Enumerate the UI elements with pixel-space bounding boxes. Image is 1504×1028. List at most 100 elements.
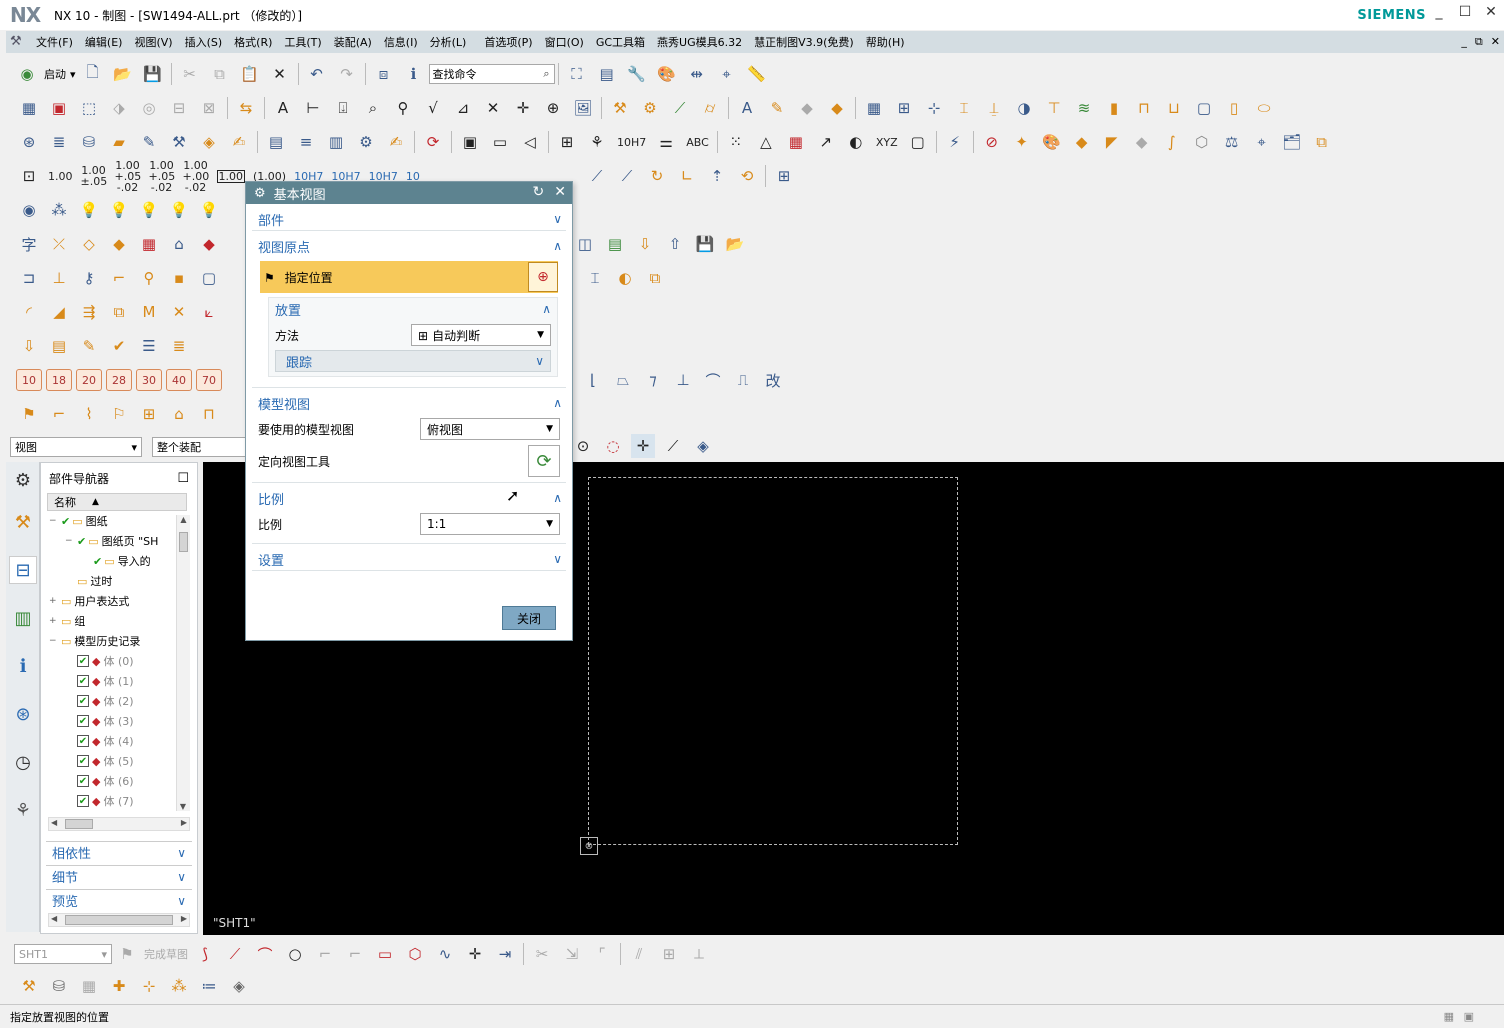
constraint-asm-icon[interactable]: ⊹: [137, 974, 161, 998]
trim-icon[interactable]: ✂: [530, 942, 554, 966]
text-m-icon[interactable]: M: [137, 300, 161, 324]
parts-icon[interactable]: ⁂: [167, 974, 191, 998]
doc-stack-icon[interactable]: ⧉: [107, 300, 131, 324]
doc-icon[interactable]: ▤: [264, 130, 288, 154]
assembly-gray-icon[interactable]: ⛁: [47, 974, 71, 998]
cross-tool-icon[interactable]: ✕: [167, 300, 191, 324]
section-preview[interactable]: 预览 ∨: [46, 889, 192, 911]
tree-node[interactable]: ✔ ◆ 体 (3): [47, 711, 175, 731]
size-70-button[interactable]: 70: [196, 369, 222, 391]
menu-file[interactable]: 文件(F): [30, 34, 79, 50]
down-doc-icon[interactable]: ⇩: [17, 334, 41, 358]
corner-icon[interactable]: ⌜: [590, 942, 614, 966]
cube-solid-icon[interactable]: ◆: [107, 232, 131, 256]
open-folder-icon[interactable]: 📂: [111, 62, 135, 86]
table-grid-icon[interactable]: ▦: [784, 130, 808, 154]
model-view-select[interactable]: 俯视图 ▼: [420, 418, 560, 440]
grid-layout-icon[interactable]: ⊞: [772, 164, 796, 188]
part-navigator-icon[interactable]: ⊟: [9, 556, 37, 584]
bulb-icon[interactable]: 💡: [77, 198, 101, 222]
folder-open-icon[interactable]: 📂: [723, 232, 747, 256]
step-icon[interactable]: ⌊: [581, 368, 605, 392]
back-icon[interactable]: ◁: [518, 130, 542, 154]
mdi-minimize-button[interactable]: _: [1461, 35, 1467, 49]
menu-analysis[interactable]: 分析(L): [424, 34, 473, 50]
group-settings-header[interactable]: 设置 ∨: [252, 548, 566, 570]
xyz-icon[interactable]: XYZ: [874, 130, 900, 154]
finish-sketch-label[interactable]: 完成草图: [144, 946, 188, 962]
update-view-icon[interactable]: ⇆: [234, 96, 258, 120]
list-doc-icon[interactable]: ≣: [167, 334, 191, 358]
copy-folder-icon[interactable]: 🗂: [1280, 130, 1304, 154]
navigator-horizontal-scrollbar[interactable]: ◀ ▶: [48, 817, 190, 831]
scroll-thumb-h[interactable]: [65, 915, 173, 925]
gear-icon[interactable]: ⚙: [9, 466, 37, 494]
clip-icon[interactable]: ⌇: [77, 402, 101, 426]
frame-icon[interactable]: ⊓: [1132, 96, 1156, 120]
delete-icon[interactable]: ✕: [268, 62, 292, 86]
wave-icon[interactable]: ⎍: [731, 368, 755, 392]
snap-circle-icon[interactable]: ◌: [601, 434, 625, 458]
dim-format-6[interactable]: 1.00: [216, 169, 245, 183]
cut-tool-icon[interactable]: ⟀: [197, 300, 221, 324]
block-icon[interactable]: ▮: [1102, 96, 1126, 120]
cube-outline-icon[interactable]: ◇: [77, 232, 101, 256]
modify-icon[interactable]: 改: [761, 368, 785, 392]
visibility-checkbox[interactable]: ✔: [77, 795, 89, 807]
close-icon[interactable]: ✕: [554, 184, 566, 200]
datum-icon[interactable]: ⍗: [331, 96, 355, 120]
sketch-line-icon[interactable]: ⟋: [223, 942, 247, 966]
tolerance-4[interactable]: 10: [406, 171, 420, 182]
grid-move-icon[interactable]: ⊹: [922, 96, 946, 120]
tree-node[interactable]: + ▭ 用户表达式: [47, 591, 175, 611]
boot-icon[interactable]: ⌐: [47, 402, 71, 426]
undo-icon[interactable]: ↶: [305, 62, 329, 86]
size-28-button[interactable]: 28: [106, 369, 132, 391]
snap-point-icon[interactable]: ◈: [691, 434, 715, 458]
gray-cube-icon[interactable]: ◆: [1130, 130, 1154, 154]
constraint-icon[interactable]: ⟂: [687, 942, 711, 966]
edit-doc-icon[interactable]: ✎: [77, 334, 101, 358]
save-icon[interactable]: 💾: [141, 62, 165, 86]
tshape-icon[interactable]: ⊤: [1042, 96, 1066, 120]
size-20-button[interactable]: 20: [76, 369, 102, 391]
database-icon[interactable]: ⛁: [77, 130, 101, 154]
mdi-close-button[interactable]: ✕: [1491, 35, 1500, 49]
visibility-checkbox[interactable]: ✔: [77, 755, 89, 767]
sheet-combo[interactable]: SHT1 ▾: [14, 944, 112, 964]
scroll-right-icon[interactable]: ▶: [181, 818, 187, 827]
table-gray-icon[interactable]: ▦: [77, 974, 101, 998]
group-tracking[interactable]: 跟踪 ∨: [275, 350, 551, 372]
wrench-tool-icon[interactable]: 🔧: [625, 62, 649, 86]
minimize-button[interactable]: _: [1426, 4, 1452, 20]
specify-location-row[interactable]: ⚑ 指定位置 ⊕: [260, 261, 558, 293]
section-dependencies[interactable]: 相依性 ∨: [46, 841, 192, 863]
tree-node[interactable]: − ▭ 模型历史记录: [47, 631, 175, 651]
tolerance-3[interactable]: 10H7: [369, 171, 398, 182]
list-circle-icon[interactable]: ☰: [137, 334, 161, 358]
drawing-view-icon[interactable]: ▣: [47, 96, 71, 120]
rod-icon[interactable]: ▯: [1222, 96, 1246, 120]
method-select[interactable]: ⊞ 自动判断 ▼: [411, 324, 551, 346]
visibility-checkbox[interactable]: ✔: [77, 695, 89, 707]
tree-node[interactable]: ✔ ◆ 体 (0): [47, 651, 175, 671]
box3d-icon[interactable]: ⬡: [1190, 130, 1214, 154]
spring-icon[interactable]: ≋: [1072, 96, 1096, 120]
bulb4-icon[interactable]: 💡: [167, 198, 191, 222]
group-view-origin-header[interactable]: 视图原点 ∧: [252, 235, 566, 257]
navigator-vertical-scrollbar[interactable]: ▲ ▼: [176, 515, 190, 811]
menu-gc-toolbox[interactable]: GC工具箱: [590, 34, 651, 50]
redo-icon[interactable]: ↷: [335, 62, 359, 86]
group-model-view-header[interactable]: 模型视图 ∧: [252, 392, 566, 414]
plate-icon[interactable]: ▢: [1192, 96, 1216, 120]
measure-icon[interactable]: 📏: [745, 62, 769, 86]
arch-box-icon[interactable]: ⌂: [167, 402, 191, 426]
rect-icon[interactable]: ▢: [906, 130, 930, 154]
camera-icon[interactable]: ◫: [573, 232, 597, 256]
image-icon[interactable]: 🖼: [571, 96, 595, 120]
dim-format-3[interactable]: 1.00 +.05 -.02: [115, 160, 142, 193]
break-view-icon[interactable]: ⊠: [197, 96, 221, 120]
move-icon[interactable]: ⇹: [685, 62, 709, 86]
refresh-icon[interactable]: ⟳: [421, 130, 445, 154]
bushing-icon[interactable]: ⬭: [1252, 96, 1276, 120]
